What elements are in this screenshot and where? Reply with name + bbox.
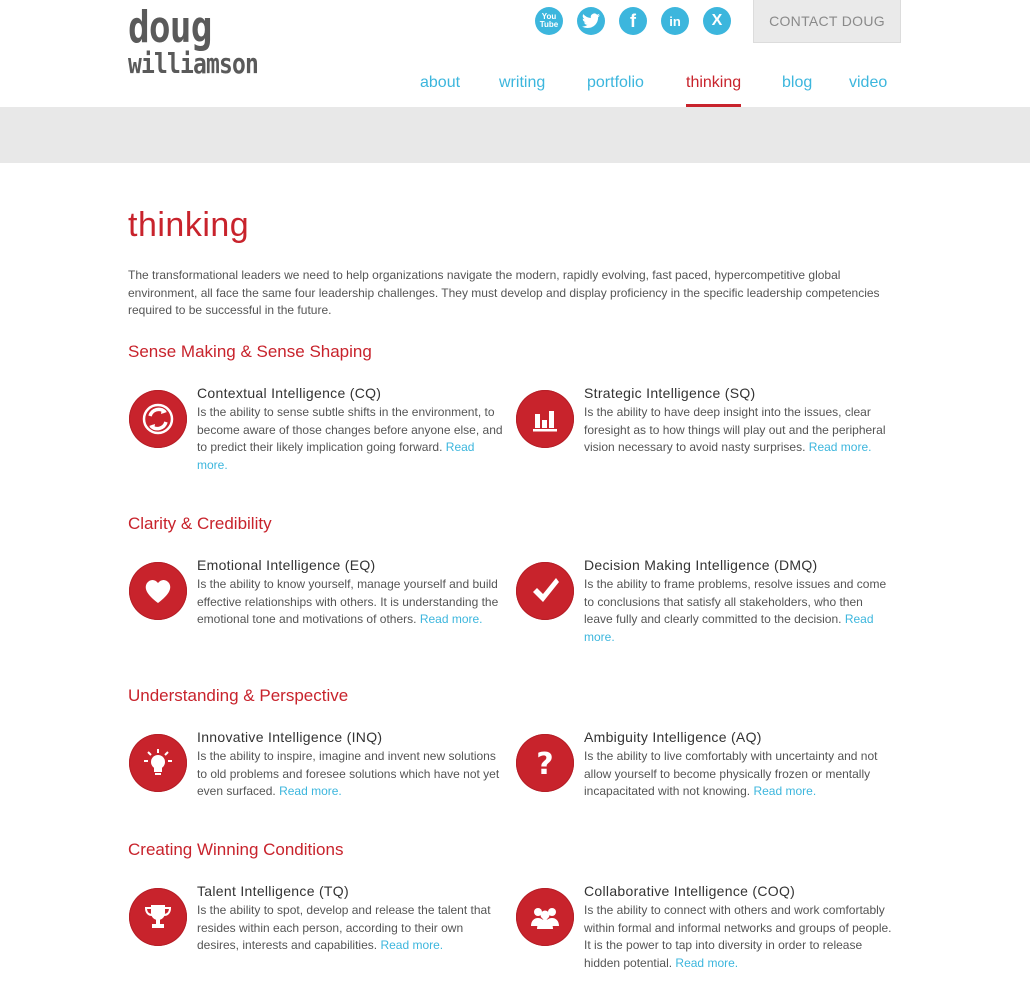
heart-icon	[129, 562, 187, 620]
section-title: Sense Making & Sense Shaping	[128, 342, 372, 361]
read-more-link[interactable]: Read more.	[380, 938, 443, 952]
read-more-link[interactable]: Read more.	[675, 956, 738, 970]
competency-desc: Is the ability to connect with others an…	[584, 902, 892, 972]
desc-text: Is the ability to spot, develop and rele…	[197, 903, 491, 953]
competency-desc: Is the ability to sense subtle shifts in…	[197, 404, 505, 474]
refresh-icon	[129, 390, 187, 448]
competency-title: Talent Intelligence (TQ)	[197, 883, 349, 899]
competency-title: Strategic Intelligence (SQ)	[584, 385, 756, 401]
read-more-link[interactable]: Read more.	[279, 784, 342, 798]
linkedin-icon[interactable]: in	[661, 7, 689, 35]
logo-line-1: doug	[128, 2, 212, 53]
section-title: Creating Winning Conditions	[128, 840, 344, 859]
site-header: doug williamson You Tube f in X CONTACT …	[0, 0, 1030, 107]
section-title: Clarity & Credibility	[128, 514, 272, 533]
site-logo[interactable]: doug williamson	[128, 6, 287, 78]
page-title: thinking	[128, 206, 250, 244]
banner-band	[0, 107, 1030, 163]
nav-video[interactable]: video	[849, 74, 887, 92]
competency-title: Decision Making Intelligence (DMQ)	[584, 557, 818, 573]
trophy-icon	[129, 888, 187, 946]
main-nav: about writing portfolio thinking blog vi…	[0, 74, 1030, 107]
nav-blog[interactable]: blog	[782, 74, 812, 92]
bar-chart-icon	[516, 390, 574, 448]
competency-title: Contextual Intelligence (CQ)	[197, 385, 382, 401]
contact-button[interactable]: CONTACT DOUG	[753, 0, 901, 43]
lightbulb-icon	[129, 734, 187, 792]
read-more-link[interactable]: Read more.	[809, 440, 872, 454]
checkmark-icon	[516, 562, 574, 620]
youtube-icon[interactable]: You Tube	[535, 7, 563, 35]
twitter-icon[interactable]	[577, 7, 605, 35]
competency-title: Emotional Intelligence (EQ)	[197, 557, 376, 573]
competency-desc: Is the ability to know yourself, manage …	[197, 576, 505, 629]
desc-text: Is the ability to frame problems, resolv…	[584, 577, 887, 627]
competency-desc: Is the ability to live comfortably with …	[584, 748, 892, 801]
desc-text: Is the ability to inspire, imagine and i…	[197, 749, 500, 799]
desc-text: Is the ability to live comfortably with …	[584, 749, 878, 799]
section-title: Understanding & Perspective	[128, 686, 349, 705]
social-links: You Tube f in X	[535, 7, 731, 35]
competency-desc: Is the ability to frame problems, resolv…	[584, 576, 892, 646]
nav-writing[interactable]: writing	[499, 74, 545, 92]
people-icon	[516, 888, 574, 946]
competency-title: Collaborative Intelligence (COQ)	[584, 883, 796, 899]
svg-text:?: ?	[536, 747, 553, 780]
nav-portfolio[interactable]: portfolio	[587, 74, 644, 92]
competency-desc: Is the ability to spot, develop and rele…	[197, 902, 505, 955]
competency-desc: Is the ability to inspire, imagine and i…	[197, 748, 505, 801]
x-icon[interactable]: X	[703, 7, 731, 35]
question-icon: ?	[516, 734, 574, 792]
competency-title: Innovative Intelligence (INQ)	[197, 729, 383, 745]
read-more-link[interactable]: Read more.	[753, 784, 816, 798]
read-more-link[interactable]: Read more.	[420, 612, 483, 626]
facebook-icon[interactable]: f	[619, 7, 647, 35]
nav-thinking[interactable]: thinking	[686, 74, 742, 107]
competency-desc: Is the ability to have deep insight into…	[584, 404, 892, 457]
competency-title: Ambiguity Intelligence (AQ)	[584, 729, 762, 745]
intro-text: The transformational leaders we need to …	[128, 268, 880, 317]
nav-about[interactable]: about	[420, 74, 460, 92]
